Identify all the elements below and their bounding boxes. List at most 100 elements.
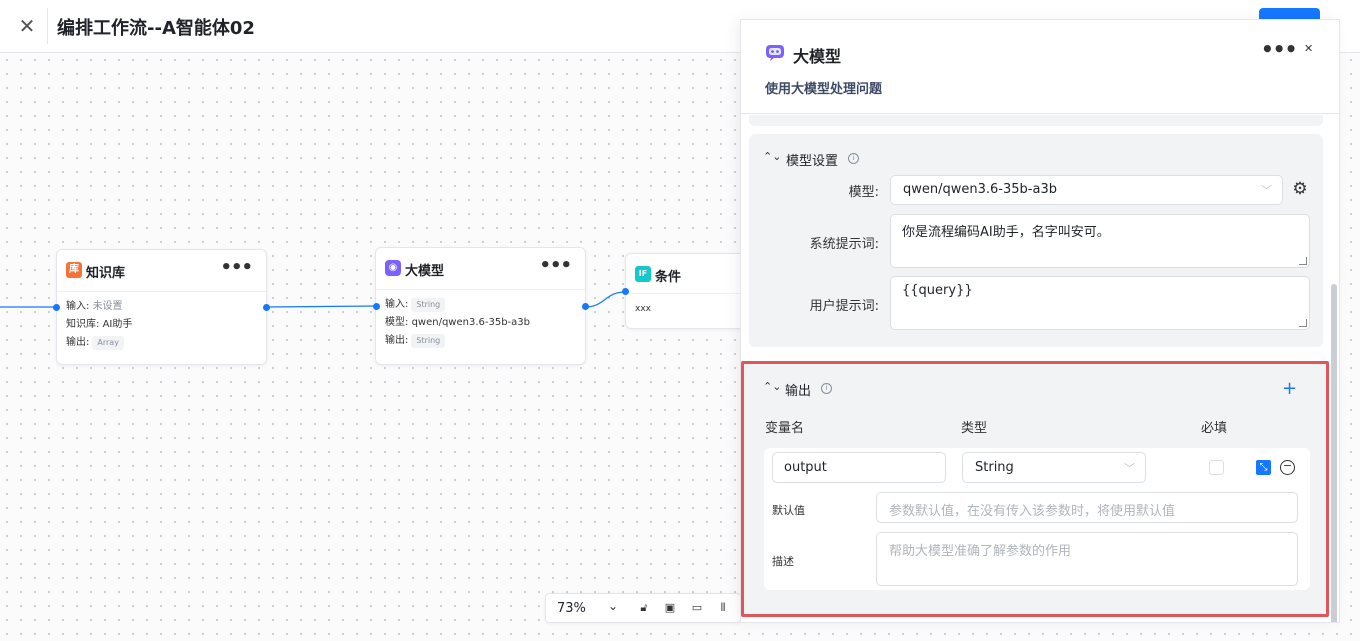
condition-node-title: 条件 bbox=[655, 270, 682, 285]
variable-name-input[interactable]: output bbox=[772, 452, 946, 483]
remove-icon[interactable]: − bbox=[1280, 460, 1295, 475]
output-section: ⌃⌄ 输出 i + 变量名 类型 必填 output String ﹀ ⤡ − … bbox=[741, 361, 1329, 617]
user-prompt-text: {{query}} bbox=[902, 283, 973, 298]
model-label: 模型: bbox=[385, 317, 409, 328]
resize-handle[interactable] bbox=[1299, 257, 1307, 265]
system-prompt-label: 系统提示词: bbox=[809, 237, 879, 252]
expand-collapse-icon[interactable]: ⌃⌄ bbox=[763, 380, 781, 393]
llm-node-body: 输入: String 模型: qwen/qwen3.6-35b-a3b 输出: St… bbox=[376, 290, 585, 356]
previous-section-bottom bbox=[749, 115, 1323, 126]
section-title: 输出 bbox=[785, 384, 812, 399]
more-icon[interactable]: ••• bbox=[539, 255, 572, 276]
knowledge-node-title: 知识库 bbox=[86, 266, 126, 281]
input-label: 输入: bbox=[385, 299, 409, 310]
knowledge-input-port[interactable] bbox=[53, 304, 60, 311]
llm-output-port[interactable] bbox=[582, 303, 589, 310]
knowledge-node-header: 库 知识库 ••• bbox=[57, 250, 266, 292]
condition-node[interactable]: IF 条件 xxx bbox=[625, 253, 755, 329]
lock-icon[interactable]: 🔓︎ bbox=[637, 601, 651, 615]
knowledge-input-row: 输入: 未设置 bbox=[66, 298, 257, 316]
column-header-required: 必填 bbox=[1201, 421, 1228, 436]
section-title: 模型设置 bbox=[786, 154, 839, 169]
variable-type-select[interactable]: String ﹀ bbox=[962, 452, 1146, 483]
edge-knowledge-to-llm bbox=[265, 305, 377, 308]
info-icon[interactable]: i bbox=[821, 383, 832, 394]
resize-handle[interactable] bbox=[1299, 319, 1307, 327]
knowledge-node[interactable]: 库 知识库 ••• 输入: 未设置 知识库: AI助手 输出: Array bbox=[56, 249, 267, 365]
knowledge-output-row: 输出: Array bbox=[66, 334, 257, 352]
kb-label: 知识库: bbox=[66, 319, 100, 330]
add-icon[interactable]: + bbox=[1282, 378, 1297, 399]
llm-node-title: 大模型 bbox=[405, 264, 445, 279]
llm-input-port[interactable] bbox=[373, 303, 380, 310]
knowledge-output-port[interactable] bbox=[263, 304, 270, 311]
column-header-name: 变量名 bbox=[765, 421, 805, 436]
knowledge-node-body: 输入: 未设置 知识库: AI助手 输出: Array bbox=[57, 292, 266, 358]
column-header-type: 类型 bbox=[961, 421, 988, 436]
chevron-down-icon[interactable]: ⌄ bbox=[608, 599, 618, 613]
user-prompt-textarea[interactable]: {{query}} bbox=[890, 276, 1310, 330]
description-placeholder: 帮助大模型准确了解参数的作用 bbox=[889, 544, 1072, 559]
robot-icon: ◉ bbox=[385, 260, 401, 276]
description-textarea[interactable]: 帮助大模型准确了解参数的作用 bbox=[876, 532, 1298, 586]
knowledge-base-icon: 库 bbox=[66, 262, 82, 278]
kb-value: AI助手 bbox=[102, 319, 133, 330]
output-type-tag: String bbox=[411, 334, 446, 348]
output-variable-row: output String ﹀ ⤡ − 默认值 参数默认值，在没有传入该参数时，… bbox=[764, 448, 1310, 590]
model-settings-section: ⌃⌄ 模型设置 i 模型: qwen/qwen3.6-35b-a3b ﹀ 系统提… bbox=[749, 134, 1323, 347]
expand-collapse-icon[interactable]: ⌃⌄ bbox=[763, 150, 781, 163]
panel-title: 大模型 bbox=[793, 47, 842, 66]
header-divider bbox=[47, 8, 48, 44]
page-title: 编排工作流--A智能体02 bbox=[57, 18, 255, 39]
info-icon[interactable]: i bbox=[848, 153, 859, 164]
screen-icon[interactable]: ▭ bbox=[690, 601, 704, 615]
model-label: 模型: bbox=[848, 185, 879, 200]
zoom-toolbar: 73% ⌄ 🔓︎ ▣ ▭ ⫴ bbox=[545, 593, 741, 623]
gear-icon[interactable]: ⚙ bbox=[1291, 180, 1309, 198]
llm-input-row: 输入: String bbox=[385, 296, 576, 314]
condition-body-text: xxx bbox=[635, 304, 651, 314]
llm-output-row: 输出: String bbox=[385, 332, 576, 350]
default-value-label: 默认值 bbox=[772, 504, 805, 517]
model-value: qwen/qwen3.6-35b-a3b bbox=[411, 317, 530, 328]
fit-view-icon[interactable]: ⫴ bbox=[716, 601, 730, 615]
more-icon[interactable]: ••• bbox=[1261, 37, 1297, 61]
system-prompt-textarea[interactable]: 你是流程编码AI助手，名字叫安可。 bbox=[890, 214, 1310, 268]
collapse-icon[interactable]: ⤡ bbox=[1256, 460, 1271, 475]
condition-input-port[interactable] bbox=[622, 288, 629, 295]
condition-node-body: xxx bbox=[626, 294, 754, 324]
scrollbar-thumb[interactable] bbox=[1331, 284, 1337, 622]
input-value: 未设置 bbox=[92, 301, 123, 312]
required-checkbox[interactable] bbox=[1209, 460, 1224, 475]
llm-model-row: 模型: qwen/qwen3.6-35b-a3b bbox=[385, 314, 576, 332]
variable-type-value: String bbox=[975, 460, 1014, 475]
knowledge-kb-row: 知识库: AI助手 bbox=[66, 316, 257, 334]
edge-llm-to-condition bbox=[584, 291, 626, 308]
node-config-panel: 大模型 ••• ✕ 使用大模型处理问题 ⌃⌄ 模型设置 i 模型: qwen/q… bbox=[740, 19, 1340, 623]
output-label: 输出: bbox=[385, 335, 409, 346]
input-type-tag: String bbox=[411, 298, 446, 312]
default-value-input[interactable]: 参数默认值，在没有传入该参数时，将使用默认值 bbox=[876, 492, 1298, 523]
output-label: 输出: bbox=[66, 337, 90, 348]
image-icon[interactable]: ▣ bbox=[663, 601, 677, 615]
panel-header: 大模型 ••• ✕ 使用大模型处理问题 bbox=[741, 20, 1339, 114]
robot-icon bbox=[766, 45, 784, 61]
zoom-level[interactable]: 73% bbox=[557, 601, 586, 616]
model-select[interactable]: qwen/qwen3.6-35b-a3b ﹀ bbox=[890, 175, 1283, 205]
if-icon: IF bbox=[635, 266, 651, 282]
output-type-tag: Array bbox=[92, 336, 124, 350]
input-label: 输入: bbox=[66, 301, 90, 312]
close-icon[interactable]: ✕ bbox=[1304, 42, 1313, 55]
description-label: 描述 bbox=[772, 555, 794, 568]
llm-node-header: ◉ 大模型 ••• bbox=[376, 248, 585, 290]
close-icon[interactable]: ✕ bbox=[15, 14, 39, 38]
chevron-down-icon: ﹀ bbox=[1124, 462, 1135, 475]
variable-name-value: output bbox=[784, 460, 827, 475]
more-icon[interactable]: ••• bbox=[220, 257, 253, 278]
panel-description: 使用大模型处理问题 bbox=[765, 82, 883, 97]
llm-node[interactable]: ◉ 大模型 ••• 输入: String 模型: qwen/qwen3.6-35b… bbox=[375, 247, 586, 365]
chevron-down-icon: ﹀ bbox=[1261, 184, 1272, 197]
system-prompt-text: 你是流程编码AI助手，名字叫安可。 bbox=[902, 225, 1110, 240]
condition-node-header: IF 条件 bbox=[626, 254, 754, 294]
model-select-value: qwen/qwen3.6-35b-a3b bbox=[903, 182, 1057, 197]
